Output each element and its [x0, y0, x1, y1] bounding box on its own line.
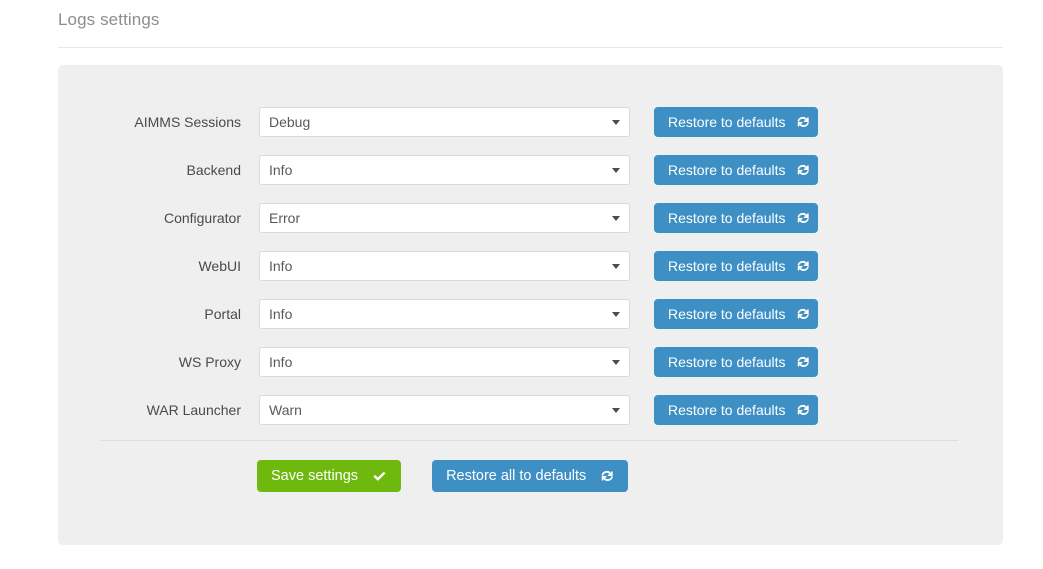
refresh-icon — [786, 403, 810, 417]
log-level-value: Info — [269, 162, 293, 178]
restore-to-defaults-wrap: Restore to defaults — [654, 251, 818, 281]
log-setting-row-ws-proxy: WS Proxy Info Restore to defaults — [58, 347, 1003, 377]
restore-to-defaults-button[interactable]: Restore to defaults — [654, 347, 818, 377]
footer-actions: Save settings Restore all to defaults — [257, 460, 629, 492]
log-level-select-wrap[interactable]: Debug — [259, 107, 630, 137]
log-level-select[interactable]: Info — [259, 155, 630, 185]
chevron-down-icon — [612, 120, 620, 125]
page-header: Logs settings — [58, 0, 1003, 48]
log-setting-label: Portal — [204, 306, 241, 322]
restore-to-defaults-button[interactable]: Restore to defaults — [654, 155, 818, 185]
log-setting-label: Backend — [186, 162, 241, 178]
log-level-value: Info — [269, 258, 293, 274]
refresh-icon — [600, 469, 614, 483]
chevron-down-icon — [612, 216, 620, 221]
refresh-icon — [786, 355, 810, 369]
restore-to-defaults-label: Restore to defaults — [668, 306, 786, 322]
log-setting-row-war-launcher: WAR Launcher Warn Restore to defaults — [58, 395, 1003, 425]
chevron-down-icon — [612, 408, 620, 413]
check-icon — [372, 469, 387, 484]
log-level-select-wrap[interactable]: Info — [259, 299, 630, 329]
restore-to-defaults-wrap: Restore to defaults — [654, 203, 818, 233]
restore-to-defaults-wrap: Restore to defaults — [654, 107, 818, 137]
log-level-value: Warn — [269, 402, 302, 418]
restore-to-defaults-button[interactable]: Restore to defaults — [654, 395, 818, 425]
log-level-value: Debug — [269, 114, 311, 130]
log-setting-row-webui: WebUI Info Restore to defaults — [58, 251, 1003, 281]
log-setting-row-portal: Portal Info Restore to defaults — [58, 299, 1003, 329]
restore-to-defaults-wrap: Restore to defaults — [654, 395, 818, 425]
refresh-icon — [786, 307, 810, 321]
chevron-down-icon — [612, 360, 620, 365]
log-level-select-wrap[interactable]: Info — [259, 155, 630, 185]
restore-to-defaults-wrap: Restore to defaults — [654, 347, 818, 377]
restore-all-to-defaults-button[interactable]: Restore all to defaults — [432, 460, 629, 492]
log-level-select[interactable]: Debug — [259, 107, 630, 137]
save-settings-button[interactable]: Save settings — [257, 460, 402, 492]
log-level-select-wrap[interactable]: Info — [259, 251, 630, 281]
chevron-down-icon — [612, 264, 620, 269]
refresh-icon — [786, 163, 810, 177]
restore-to-defaults-button[interactable]: Restore to defaults — [654, 203, 818, 233]
log-setting-label: Configurator — [163, 210, 241, 226]
refresh-icon — [786, 259, 810, 273]
log-setting-label: WS Proxy — [178, 354, 241, 370]
restore-to-defaults-button[interactable]: Restore to defaults — [654, 299, 818, 329]
restore-to-defaults-label: Restore to defaults — [668, 258, 786, 274]
log-level-select[interactable]: Info — [259, 299, 630, 329]
refresh-icon — [786, 115, 810, 129]
log-level-value: Info — [269, 306, 293, 322]
restore-to-defaults-button[interactable]: Restore to defaults — [654, 107, 818, 137]
footer-divider — [100, 440, 958, 441]
log-setting-label: AIMMS Sessions — [134, 114, 241, 130]
restore-to-defaults-label: Restore to defaults — [668, 402, 786, 418]
log-setting-label: WebUI — [198, 258, 241, 274]
log-level-select[interactable]: Info — [259, 347, 630, 377]
chevron-down-icon — [612, 312, 620, 317]
chevron-down-icon — [612, 168, 620, 173]
log-level-value: Info — [269, 354, 293, 370]
restore-to-defaults-wrap: Restore to defaults — [654, 155, 818, 185]
log-level-select-wrap[interactable]: Error — [259, 203, 630, 233]
log-level-select-wrap[interactable]: Warn — [259, 395, 630, 425]
page-title: Logs settings — [58, 10, 160, 29]
log-level-select-wrap[interactable]: Info — [259, 347, 630, 377]
restore-to-defaults-label: Restore to defaults — [668, 162, 786, 178]
log-level-select[interactable]: Warn — [259, 395, 630, 425]
restore-all-to-defaults-label: Restore all to defaults — [446, 467, 587, 484]
restore-to-defaults-label: Restore to defaults — [668, 114, 786, 130]
log-level-select[interactable]: Info — [259, 251, 630, 281]
log-setting-label: WAR Launcher — [146, 402, 241, 418]
restore-to-defaults-wrap: Restore to defaults — [654, 299, 818, 329]
log-setting-row-backend: Backend Info Restore to defaults — [58, 155, 1003, 185]
log-setting-row-configurator: Configurator Error Restore to defaults — [58, 203, 1003, 233]
log-setting-row-aimms-sessions: AIMMS Sessions Debug Restore to defaults — [58, 107, 1003, 137]
restore-to-defaults-label: Restore to defaults — [668, 210, 786, 226]
log-level-select[interactable]: Error — [259, 203, 630, 233]
refresh-icon — [786, 211, 810, 225]
logs-settings-panel: AIMMS Sessions Debug Restore to defaults… — [58, 65, 1003, 545]
save-settings-label: Save settings — [271, 467, 359, 484]
restore-to-defaults-button[interactable]: Restore to defaults — [654, 251, 818, 281]
restore-to-defaults-label: Restore to defaults — [668, 354, 786, 370]
log-level-value: Error — [269, 210, 301, 226]
